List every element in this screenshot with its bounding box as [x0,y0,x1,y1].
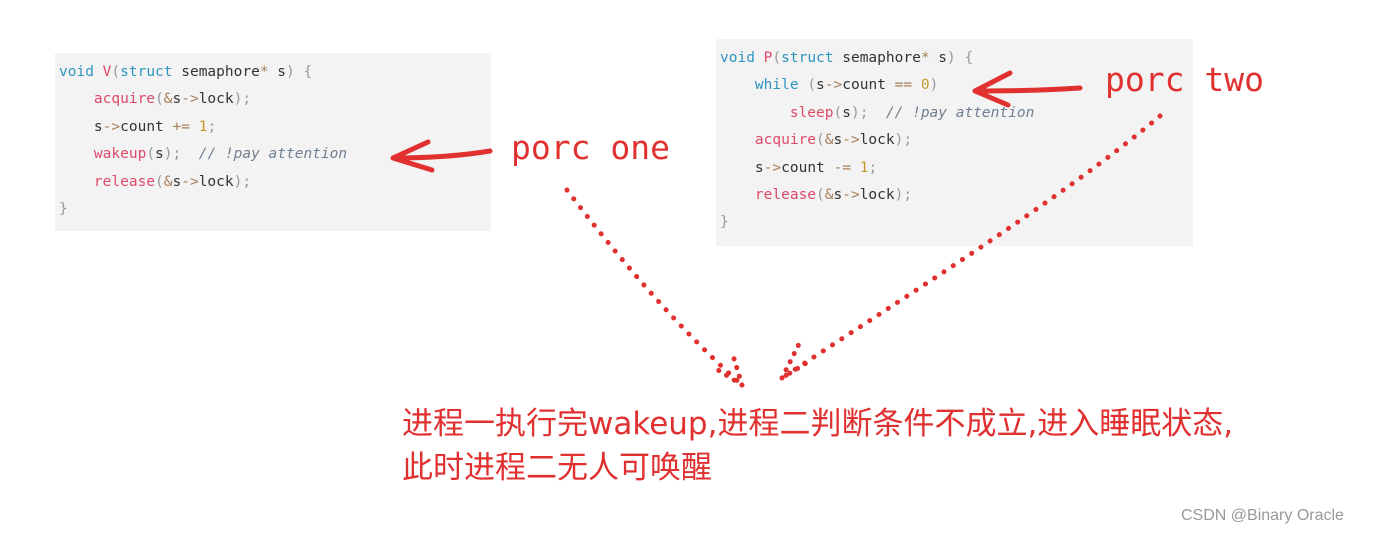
explanation-line-2: 此时进程二无人可唤醒 [402,450,712,486]
dotted-line-two [779,113,1163,381]
explanation-line-1: 进程一执行完wakeup,进程二判断条件不成立,进入睡眠状态, [402,406,1234,442]
proc-one-label: porc one [511,128,670,167]
arrow-to-wakeup [390,139,493,173]
proc-two-label: porc two [1105,60,1264,99]
arrowhead-two [779,339,811,381]
watermark: CSDN @Binary Oracle [1181,507,1344,524]
dotted-line-one [564,187,745,388]
arrow-to-while [972,70,1083,108]
